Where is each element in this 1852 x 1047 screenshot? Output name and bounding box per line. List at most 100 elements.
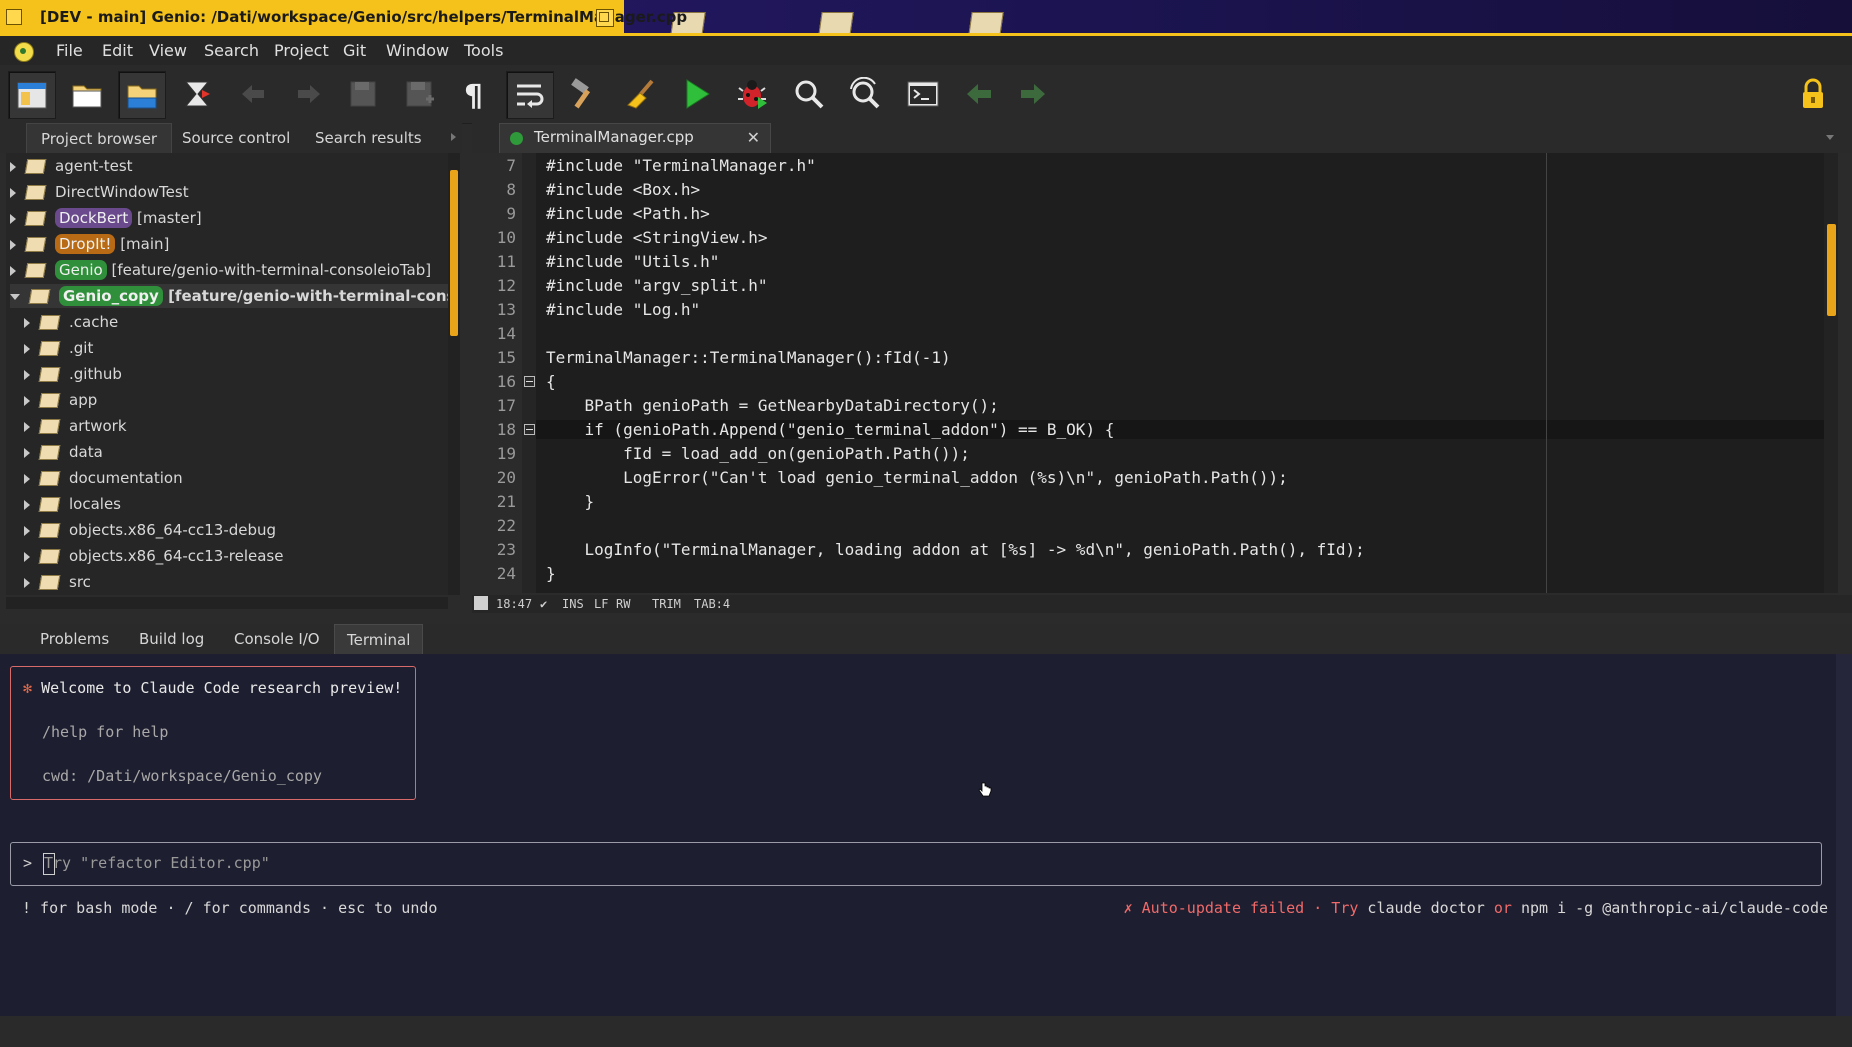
- expand-arrow-icon[interactable]: [10, 161, 16, 172]
- expand-arrow-icon[interactable]: [24, 447, 30, 458]
- window-close-button[interactable]: [6, 9, 22, 25]
- code-editor[interactable]: #include "TerminalManager.h" #include <B…: [536, 153, 1824, 593]
- tab-project-browser[interactable]: Project browser: [26, 123, 173, 154]
- expand-arrow-icon[interactable]: [24, 499, 30, 510]
- terminal-icon[interactable]: [900, 71, 946, 117]
- fold-toggle-icon[interactable]: [524, 376, 535, 387]
- tree-item-project[interactable]: Genio [feature/genio-with-terminal-conso…: [10, 258, 431, 282]
- menu-project[interactable]: Project: [274, 41, 329, 60]
- menu-window[interactable]: Window: [386, 41, 449, 60]
- menu-file[interactable]: File: [56, 41, 83, 60]
- collapse-arrow-icon[interactable]: [10, 293, 20, 300]
- build-hammer-icon[interactable]: [562, 71, 608, 117]
- app-menu-icon[interactable]: [14, 42, 34, 62]
- tree-item-project[interactable]: DropIt! [main]: [10, 232, 169, 256]
- expand-arrow-icon[interactable]: [24, 525, 30, 536]
- close-tab-icon[interactable]: ✕: [747, 128, 760, 147]
- tree-item-folder[interactable]: documentation: [24, 466, 183, 490]
- tree-item-folder[interactable]: data: [24, 440, 103, 464]
- run-icon[interactable]: [674, 71, 720, 117]
- folder-icon: [38, 549, 61, 564]
- prompt-input[interactable]: > Try "refactor Editor.cpp": [10, 842, 1822, 886]
- expand-arrow-icon[interactable]: [10, 239, 16, 250]
- expand-arrow-icon[interactable]: [24, 421, 30, 432]
- terminal-scrollbar[interactable]: [1836, 654, 1852, 1016]
- expand-arrow-icon[interactable]: [24, 473, 30, 484]
- tree-item-folder[interactable]: objects.x86_64-cc13-debug: [24, 518, 276, 542]
- npm-command: npm i -g @anthropic-ai/claude-code: [1520, 899, 1828, 917]
- folder-name: objects.x86_64-cc13-release: [69, 547, 284, 565]
- window-title-tab[interactable]: [DEV - main] Genio: /Dati/workspace/Geni…: [0, 0, 687, 36]
- save-panel-icon[interactable]: [118, 71, 166, 119]
- tree-item-project[interactable]: DockBert [master]: [10, 206, 202, 230]
- expand-arrow-icon[interactable]: [10, 265, 16, 276]
- tab-problems[interactable]: Problems: [28, 624, 121, 654]
- tree-item-folder[interactable]: .git: [24, 336, 93, 360]
- debug-bug-icon[interactable]: [730, 71, 776, 117]
- tab-build-log[interactable]: Build log: [127, 624, 216, 654]
- wrap-icon[interactable]: [506, 71, 554, 119]
- tab-terminal[interactable]: Terminal: [334, 624, 424, 655]
- tree-item-folder[interactable]: src: [24, 570, 91, 594]
- menu-tools[interactable]: Tools: [464, 41, 503, 60]
- menu-edit[interactable]: Edit: [102, 41, 133, 60]
- expand-arrow-icon[interactable]: [24, 551, 30, 562]
- tree-item-folder[interactable]: .cache: [24, 310, 118, 334]
- redo-icon[interactable]: [286, 71, 332, 117]
- pilcrow-icon[interactable]: ¶: [450, 71, 496, 117]
- editor-scrollbar[interactable]: [1824, 153, 1838, 593]
- tab-scroll-right-icon[interactable]: [451, 133, 456, 141]
- tab-menu-icon[interactable]: [1826, 135, 1834, 140]
- tree-item-folder[interactable]: objects.x86_64-cc13-release: [24, 544, 283, 568]
- find-icon[interactable]: [786, 71, 832, 117]
- expand-arrow-icon[interactable]: [24, 577, 30, 588]
- tab-source-control[interactable]: Source control: [168, 123, 304, 153]
- save-all-icon[interactable]: [396, 71, 442, 117]
- editor-tab[interactable]: TerminalManager.cpp ✕: [499, 123, 771, 154]
- expand-arrow-icon[interactable]: [24, 395, 30, 406]
- tree-item-folder[interactable]: app: [24, 388, 97, 412]
- build-target-icon[interactable]: [176, 71, 222, 117]
- expand-arrow-icon[interactable]: [10, 187, 16, 198]
- tree-item-project[interactable]: DirectWindowTest: [10, 180, 189, 204]
- line-number: 22: [496, 516, 516, 535]
- editor-tab-bar: TerminalManager.cpp ✕: [472, 123, 1852, 154]
- clean-broom-icon[interactable]: [618, 71, 664, 117]
- code-line: #include "Log.h": [546, 300, 701, 319]
- tree-item-project-active[interactable]: Genio_copy [feature/genio-with-terminal-…: [10, 284, 448, 308]
- terminal-view[interactable]: ✻ Welcome to Claude Code research previe…: [0, 654, 1836, 1016]
- expand-arrow-icon[interactable]: [24, 369, 30, 380]
- expand-arrow-icon[interactable]: [24, 343, 30, 354]
- editor-scroll-thumb[interactable]: [1827, 224, 1836, 316]
- status-menu-icon[interactable]: [474, 596, 488, 610]
- menu-view[interactable]: View: [149, 41, 187, 60]
- expand-arrow-icon[interactable]: [10, 213, 16, 224]
- window-zoom-button[interactable]: [596, 9, 614, 27]
- folder-name: documentation: [69, 469, 183, 487]
- expand-arrow-icon[interactable]: [24, 317, 30, 328]
- line-number: 7: [506, 156, 516, 175]
- tree-horizontal-scrollbar[interactable]: [6, 597, 448, 609]
- tree-item-folder[interactable]: .github: [24, 362, 122, 386]
- code-line-current: if (genioPath.Append("genio_terminal_add…: [536, 420, 1824, 439]
- undo-icon[interactable]: [230, 71, 276, 117]
- tree-item-project[interactable]: agent-test: [10, 154, 133, 178]
- project-browser-icon[interactable]: [8, 71, 56, 119]
- lock-icon[interactable]: [1790, 71, 1836, 117]
- tree-item-folder[interactable]: locales: [24, 492, 121, 516]
- tree-item-folder[interactable]: artwork: [24, 414, 127, 438]
- back-arrow-icon[interactable]: [956, 71, 1002, 117]
- tab-search-results[interactable]: Search results: [301, 123, 436, 153]
- fold-toggle-icon[interactable]: [524, 424, 535, 435]
- window-bottom-bar: [0, 1016, 1852, 1047]
- folder-name: app: [69, 391, 98, 409]
- open-folder-icon[interactable]: [64, 71, 110, 117]
- code-line: LogError("Can't load genio_terminal_addo…: [546, 468, 1288, 487]
- menu-search[interactable]: Search: [204, 41, 259, 60]
- find-replace-icon[interactable]: [842, 71, 888, 117]
- save-icon[interactable]: [340, 71, 386, 117]
- forward-arrow-icon[interactable]: [1010, 71, 1056, 117]
- tab-console-io[interactable]: Console I/O: [222, 624, 332, 654]
- menu-git[interactable]: Git: [343, 41, 366, 60]
- tree-scroll-thumb[interactable]: [450, 170, 458, 336]
